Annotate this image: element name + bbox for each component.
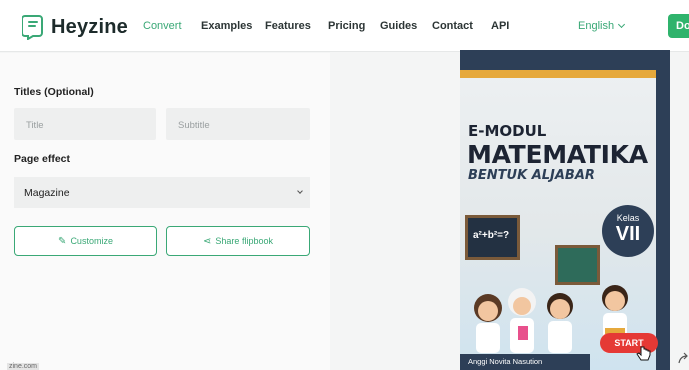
subtitle-input[interactable]: Subtitle: [166, 108, 310, 140]
share-flipbook-button[interactable]: ⋖ Share flipbook: [166, 226, 310, 256]
chevron-down-icon: [297, 188, 303, 194]
flipbook-cover[interactable]: E-MODUL MATEMATIKA BENTUK ALJABAR a²+b²=…: [460, 50, 670, 370]
cover-subtitle: BENTUK ALJABAR: [468, 168, 595, 183]
page-effect-select[interactable]: Magazine: [14, 177, 310, 208]
title-input[interactable]: Title: [14, 108, 156, 140]
nav-link-convert[interactable]: Convert: [143, 20, 182, 32]
settings-panel: Titles (Optional) Title Subtitle Page ef…: [0, 53, 330, 370]
language-selector[interactable]: English: [578, 20, 626, 32]
cover-top-band: [460, 50, 670, 70]
titles-label: Titles (Optional): [14, 86, 94, 98]
nav-link-api[interactable]: API: [491, 20, 509, 32]
share-icon: ⋖: [203, 236, 212, 247]
pencil-icon: ✎: [58, 236, 67, 247]
share-label: Share flipbook: [215, 236, 273, 246]
footer-domain: zine.com: [7, 363, 40, 370]
chalkboard-illustration: a²+b²=?: [465, 215, 520, 260]
nav-link-guides[interactable]: Guides: [380, 20, 417, 32]
language-label: English: [578, 20, 615, 32]
cover-line1: E-MODUL: [468, 122, 547, 140]
grade-number: VII: [615, 223, 641, 245]
customize-button[interactable]: ✎ Customize: [14, 226, 157, 256]
chevron-down-icon: [618, 20, 626, 29]
author-banner: Anggi Novita Nasution: [460, 354, 590, 370]
top-navbar: Heyzine Convert Examples Features Pricin…: [0, 0, 689, 52]
brand-name[interactable]: Heyzine: [51, 16, 128, 39]
grade-label: Kelas: [616, 213, 640, 223]
nav-link-pricing[interactable]: Pricing: [328, 20, 365, 32]
nav-link-features[interactable]: Features: [265, 20, 311, 32]
cover-title: MATEMATIKA: [467, 140, 648, 169]
nav-link-contact[interactable]: Contact: [432, 20, 473, 32]
cta-button[interactable]: Do: [668, 14, 689, 38]
grade-badge: Kelas VII: [602, 205, 654, 257]
share-icon[interactable]: [677, 352, 689, 364]
cover-accent-band: [460, 70, 670, 78]
page-effect-value: Magazine: [24, 187, 70, 199]
customize-label: Customize: [70, 236, 113, 246]
page-effect-label: Page effect: [14, 153, 71, 165]
hand-cursor-icon: [636, 346, 651, 361]
nav-link-examples[interactable]: Examples: [201, 20, 252, 32]
logo-icon[interactable]: [22, 14, 44, 40]
